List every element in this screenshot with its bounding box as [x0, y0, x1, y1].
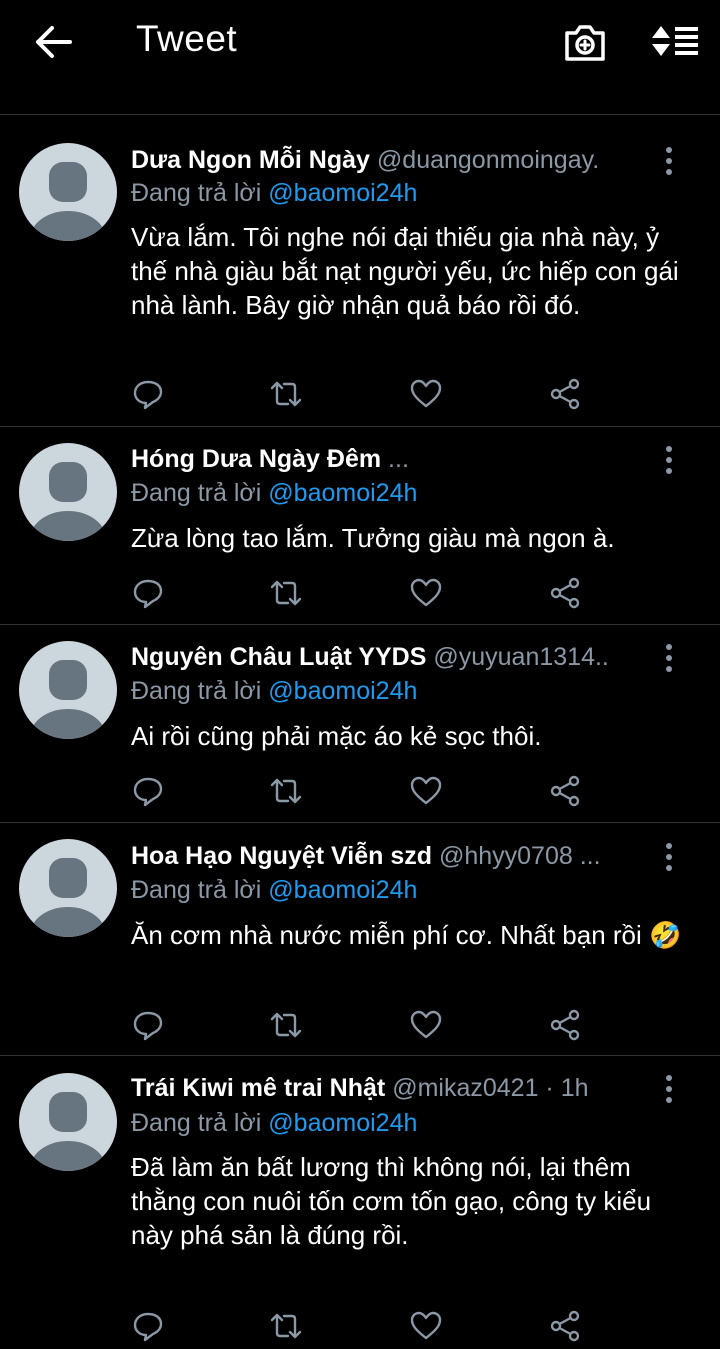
retweet-icon[interactable] [269, 576, 303, 610]
author-name[interactable]: Trái Kiwi mê trai Nhật [131, 1074, 385, 1102]
tweet-author-line: Hoa Hạo Nguyệt Viễn szd @hhyy0708 ... [131, 840, 664, 872]
like-heart-icon[interactable] [409, 1309, 443, 1343]
tweet-text: Ăn cơm nhà nước miễn phí cơ. Nhất bạn rồ… [131, 920, 682, 950]
more-options-icon[interactable] [658, 840, 680, 874]
camera-add-icon[interactable] [562, 22, 608, 64]
like-heart-icon[interactable] [409, 377, 443, 411]
replying-to-label: Đang trả lời [131, 677, 262, 705]
tweet-text: Zừa lòng tao lắm. Tưởng giàu mà ngon à. [131, 523, 615, 553]
reply-icon[interactable] [131, 1309, 165, 1343]
share-icon[interactable] [548, 1309, 582, 1343]
reply-to-mention[interactable]: @baomoi24h [268, 479, 417, 507]
tweet-actions [0, 1008, 720, 1048]
share-icon[interactable] [548, 377, 582, 411]
tweet-actions [0, 576, 720, 616]
reply-to-mention[interactable]: @baomoi24h [268, 1109, 417, 1137]
author-handle: @duangonmoingay. [376, 146, 600, 174]
replying-to-label: Đang trả lời [131, 479, 262, 507]
reply-to-mention[interactable]: @baomoi24h [268, 179, 417, 207]
more-options-icon[interactable] [658, 144, 680, 178]
tweet-reply[interactable]: Trái Kiwi mê trai Nhật @mikaz0421 · 1h Đ… [0, 1056, 720, 1346]
avatar[interactable] [19, 839, 117, 937]
avatar[interactable] [19, 143, 117, 241]
share-icon[interactable] [548, 774, 582, 808]
tweet-author-line: Nguyên Châu Luật YYDS @yuyuan1314.. [131, 641, 664, 673]
tweet-author-line: Dưa Ngon Mỗi Ngày @duangonmoingay. [131, 144, 664, 176]
retweet-icon[interactable] [269, 1008, 303, 1042]
top-app-bar: Tweet [0, 0, 720, 115]
replying-to-line: Đang trả lời @baomoi24h [131, 675, 417, 707]
default-avatar-icon [30, 1092, 106, 1171]
more-options-icon[interactable] [658, 443, 680, 477]
reply-to-mention[interactable]: @baomoi24h [268, 876, 417, 904]
retweet-icon[interactable] [269, 1309, 303, 1343]
avatar[interactable] [19, 641, 117, 739]
tweet-author-line: Trái Kiwi mê trai Nhật @mikaz0421 · 1h [131, 1072, 664, 1104]
default-avatar-icon [30, 162, 106, 241]
default-avatar-icon [30, 858, 106, 937]
sort-icon[interactable] [650, 22, 700, 62]
retweet-icon[interactable] [269, 774, 303, 808]
reply-icon[interactable] [131, 576, 165, 610]
tweet-author-line: Hóng Dưa Ngày Đêm ... [131, 443, 664, 475]
like-heart-icon[interactable] [409, 774, 443, 808]
like-heart-icon[interactable] [409, 1008, 443, 1042]
more-options-icon[interactable] [658, 1072, 680, 1106]
like-heart-icon[interactable] [409, 576, 443, 610]
avatar[interactable] [19, 443, 117, 541]
tweet-text: Ai rồi cũng phải mặc áo kẻ sọc thôi. [131, 721, 542, 751]
more-options-icon[interactable] [658, 641, 680, 675]
replying-to-label: Đang trả lời [131, 179, 262, 207]
author-handle: ... [388, 445, 409, 473]
default-avatar-icon [30, 462, 106, 541]
tweet-reply[interactable]: Dưa Ngon Mỗi Ngày @duangonmoingay. Đang … [0, 116, 720, 427]
tweet-reply[interactable]: Hoa Hạo Nguyệt Viễn szd @hhyy0708 ... Đa… [0, 823, 720, 1056]
tweet-actions [0, 1309, 720, 1349]
share-icon[interactable] [548, 576, 582, 610]
author-handle: @hhyy0708 ... [438, 842, 601, 870]
tweet-text: Đã làm ăn bất lương thì không nói, lại t… [131, 1152, 652, 1250]
replying-to-line: Đang trả lời @baomoi24h [131, 874, 417, 906]
author-handle: @mikaz0421 · 1h [392, 1074, 589, 1102]
tweet-actions [0, 377, 720, 417]
reply-icon[interactable] [131, 377, 165, 411]
default-avatar-icon [30, 660, 106, 739]
reply-icon[interactable] [131, 774, 165, 808]
author-name[interactable]: Dưa Ngon Mỗi Ngày [131, 146, 370, 174]
author-handle: @yuyuan1314.. [433, 643, 609, 671]
retweet-icon[interactable] [269, 377, 303, 411]
reply-to-mention[interactable]: @baomoi24h [268, 677, 417, 705]
author-name[interactable]: Hóng Dưa Ngày Đêm [131, 445, 381, 473]
author-name[interactable]: Nguyên Châu Luật YYDS [131, 643, 426, 671]
avatar[interactable] [19, 1073, 117, 1171]
author-name[interactable]: Hoa Hạo Nguyệt Viễn szd [131, 842, 432, 870]
tweet-actions [0, 774, 720, 814]
page-title: Tweet [136, 18, 238, 59]
arrow-left-icon[interactable] [30, 22, 76, 62]
replying-to-label: Đang trả lời [131, 876, 262, 904]
tweet-text: Vừa lắm. Tôi nghe nói đại thiếu gia nhà … [131, 222, 679, 320]
tweet-reply[interactable]: Hóng Dưa Ngày Đêm ... Đang trả lời @baom… [0, 427, 720, 625]
replying-to-line: Đang trả lời @baomoi24h [131, 177, 417, 209]
reply-icon[interactable] [131, 1008, 165, 1042]
tweet-reply[interactable]: Nguyên Châu Luật YYDS @yuyuan1314.. Đang… [0, 625, 720, 823]
replying-to-line: Đang trả lời @baomoi24h [131, 477, 417, 509]
replying-to-line: Đang trả lời @baomoi24h [131, 1107, 417, 1139]
share-icon[interactable] [548, 1008, 582, 1042]
replying-to-label: Đang trả lời [131, 1109, 262, 1137]
